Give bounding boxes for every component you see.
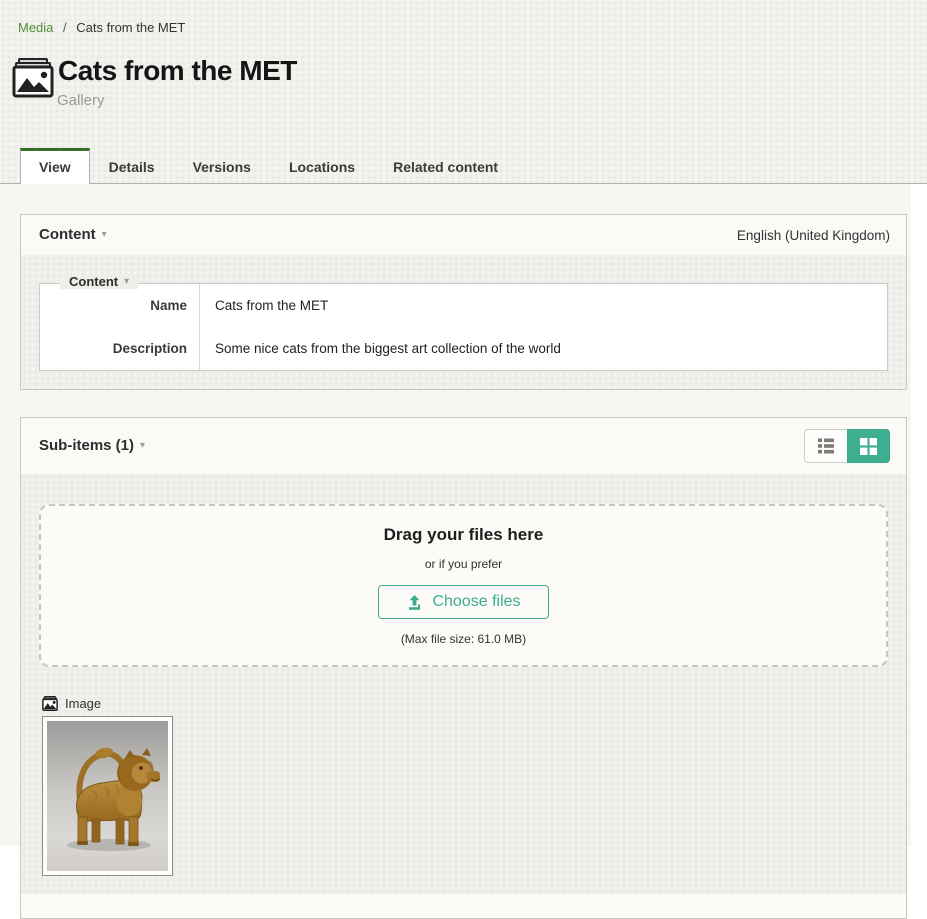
dropzone-subtitle: or if you prefer bbox=[41, 557, 886, 571]
view-toggle-group bbox=[804, 429, 890, 463]
breadcrumb-separator: / bbox=[63, 20, 67, 35]
fieldset-legend[interactable]: Content ▾ bbox=[60, 274, 138, 289]
tab-versions[interactable]: Versions bbox=[174, 148, 270, 185]
field-label-name: Name bbox=[40, 284, 199, 327]
tab-bar: View Details Versions Locations Related … bbox=[20, 147, 517, 184]
list-view-button[interactable] bbox=[804, 429, 847, 463]
page-title: Cats from the MET bbox=[58, 56, 297, 87]
upload-icon bbox=[406, 594, 423, 611]
grid-view-button[interactable] bbox=[847, 429, 890, 463]
fieldset-legend-label: Content bbox=[69, 274, 118, 289]
choose-files-label: Choose files bbox=[432, 593, 520, 611]
caret-down-icon: ▾ bbox=[140, 440, 145, 451]
content-fieldset: Content▾ Name Cats from the MET Descript… bbox=[39, 283, 888, 371]
breadcrumb: Media / Cats from the MET bbox=[18, 20, 185, 35]
language-label: English (United Kingdom) bbox=[737, 228, 890, 243]
caret-down-icon: ▾ bbox=[102, 229, 107, 240]
subitem-thumbnail[interactable] bbox=[42, 716, 173, 876]
caret-down-icon: ▾ bbox=[124, 276, 129, 287]
list-view-icon bbox=[816, 436, 836, 456]
max-file-size-note: (Max file size: 61.0 MB) bbox=[41, 632, 886, 646]
title-row: Cats from the MET bbox=[12, 56, 297, 98]
subitems-section: Sub-items (1) ▾ bbox=[20, 417, 907, 919]
breadcrumb-current: Cats from the MET bbox=[76, 20, 185, 35]
field-value-description: Some nice cats from the biggest art coll… bbox=[215, 341, 877, 356]
field-row-name: Name Cats from the MET bbox=[40, 284, 887, 327]
tab-related-content[interactable]: Related content bbox=[374, 148, 517, 185]
breadcrumb-link-media[interactable]: Media bbox=[18, 20, 53, 35]
page-header: Media / Cats from the MET Cats from the … bbox=[0, 0, 927, 184]
tab-details[interactable]: Details bbox=[90, 148, 174, 185]
content-section-title[interactable]: Content bbox=[39, 226, 96, 243]
lion-statue-image bbox=[47, 721, 168, 871]
main-content: Content ▾ English (United Kingdom) Conten… bbox=[0, 184, 911, 846]
file-dropzone[interactable]: Drag your files here or if you prefer Ch… bbox=[39, 504, 888, 667]
subitems-section-body: Drag your files here or if you prefer Ch… bbox=[21, 474, 906, 894]
content-section-body: Content ▾ Name Cats from the MET Descript… bbox=[21, 255, 906, 389]
subitem-type-label: Image bbox=[65, 696, 101, 711]
subitems-section-title[interactable]: Sub-items (1) bbox=[39, 437, 134, 454]
content-section: Content ▾ English (United Kingdom) Conten… bbox=[20, 214, 907, 390]
subitems-section-header: Sub-items (1) ▾ bbox=[21, 418, 906, 474]
choose-files-button[interactable]: Choose files bbox=[378, 585, 548, 619]
field-label-description: Description bbox=[40, 327, 199, 370]
tab-locations[interactable]: Locations bbox=[270, 148, 374, 185]
field-row-description: Description Some nice cats from the bigg… bbox=[40, 327, 887, 370]
field-value-name: Cats from the MET bbox=[215, 298, 877, 313]
dropzone-title: Drag your files here bbox=[41, 525, 886, 545]
gallery-icon bbox=[12, 58, 54, 98]
page-subtitle: Gallery bbox=[57, 92, 105, 109]
tab-view[interactable]: View bbox=[20, 148, 90, 185]
content-section-header: Content ▾ English (United Kingdom) bbox=[21, 215, 906, 255]
image-icon bbox=[41, 696, 59, 711]
grid-view-icon bbox=[859, 437, 878, 456]
subitem-type-row: Image bbox=[41, 696, 888, 711]
